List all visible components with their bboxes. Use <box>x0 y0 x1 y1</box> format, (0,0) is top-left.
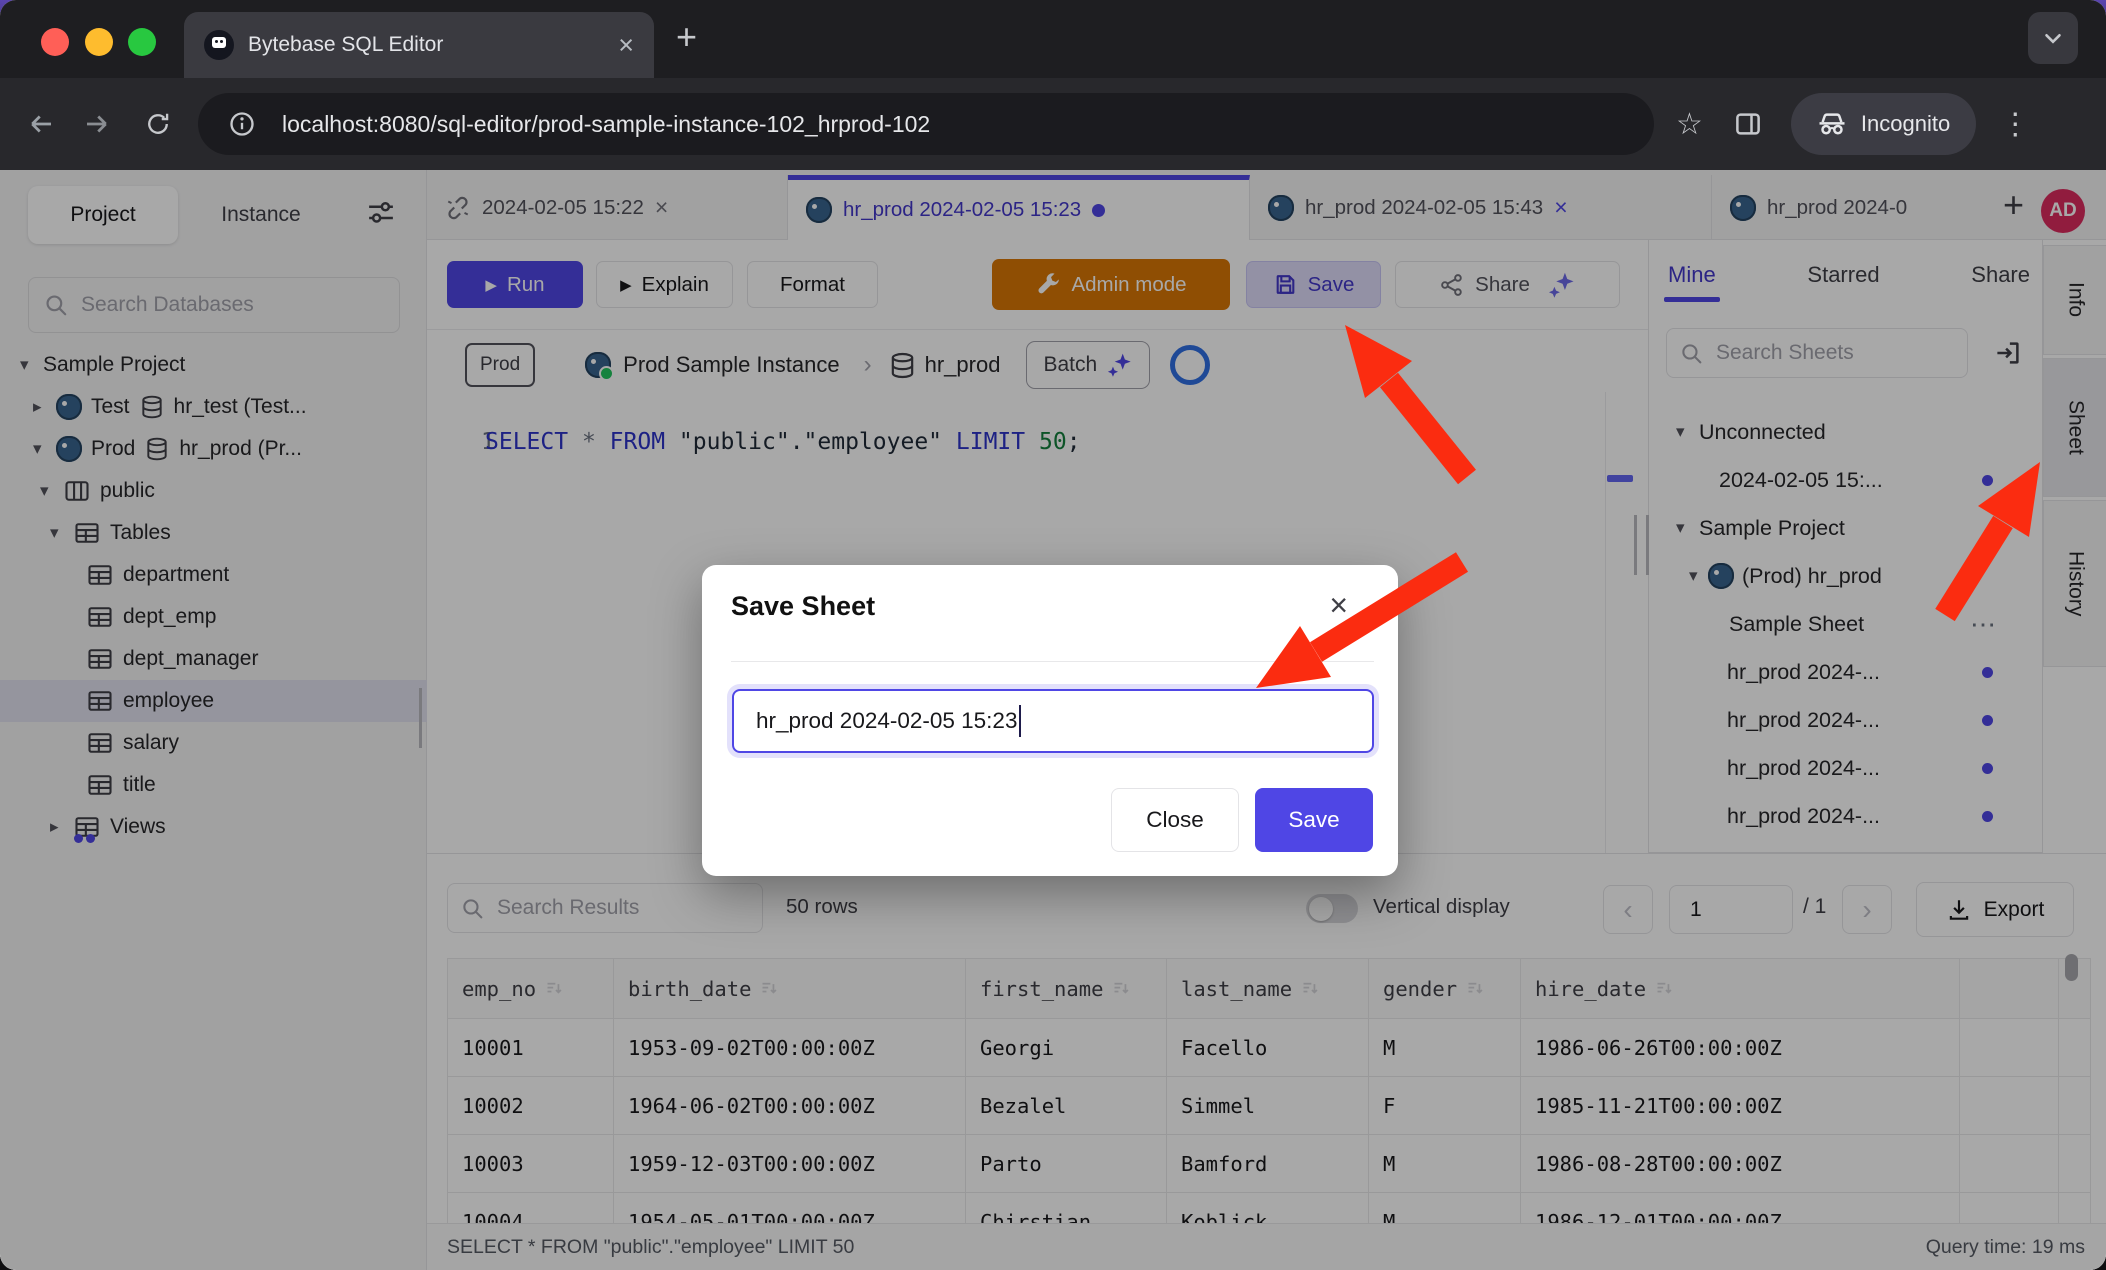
back-icon[interactable] <box>26 109 56 139</box>
text-cursor <box>1019 705 1021 737</box>
dialog-title: Save Sheet <box>731 591 875 622</box>
bytebase-favicon-icon <box>204 30 234 60</box>
browser-toolbar: localhost:8080/sql-editor/prod-sample-in… <box>0 78 2106 170</box>
browser-window: Bytebase SQL Editor × + localhost:8080/s… <box>0 0 2106 1270</box>
address-bar[interactable]: localhost:8080/sql-editor/prod-sample-in… <box>198 93 1654 155</box>
browser-chrome: Bytebase SQL Editor × + localhost:8080/s… <box>0 0 2106 170</box>
window-minimize-button[interactable] <box>85 28 113 56</box>
window-close-button[interactable] <box>41 28 69 56</box>
side-panel-icon[interactable] <box>1733 109 1763 139</box>
incognito-label: Incognito <box>1861 111 1950 137</box>
browser-tab-close-icon[interactable]: × <box>618 32 634 59</box>
bookmark-star-icon[interactable]: ☆ <box>1676 107 1703 142</box>
reload-icon[interactable] <box>144 110 172 138</box>
incognito-badge: Incognito <box>1791 93 1976 155</box>
url-text: localhost:8080/sql-editor/prod-sample-in… <box>282 111 930 138</box>
browser-tab-title: Bytebase SQL Editor <box>248 33 604 57</box>
sql-editor-page: Project Instance ▾ Sample Project ▸ Test… <box>0 170 2106 1270</box>
tab-search-chevron-button[interactable] <box>2028 12 2078 64</box>
browser-menu-icon[interactable]: ⋮ <box>2000 107 2030 142</box>
incognito-icon <box>1817 109 1847 139</box>
dialog-save-button[interactable]: Save <box>1255 788 1373 852</box>
new-browser-tab-button[interactable]: + <box>676 16 697 58</box>
dialog-close-icon[interactable]: × <box>1329 587 1348 624</box>
browser-tab[interactable]: Bytebase SQL Editor × <box>184 12 654 78</box>
save-sheet-dialog: Save Sheet × hr_prod 2024-02-05 15:23 Cl… <box>702 565 1398 876</box>
forward-icon[interactable] <box>82 109 112 139</box>
dialog-close-button[interactable]: Close <box>1111 788 1239 852</box>
sheet-name-value: hr_prod 2024-02-05 15:23 <box>756 708 1017 734</box>
site-info-icon[interactable] <box>228 110 256 138</box>
window-zoom-button[interactable] <box>128 28 156 56</box>
dialog-divider <box>731 661 1374 662</box>
sheet-name-input[interactable]: hr_prod 2024-02-05 15:23 <box>732 689 1374 753</box>
